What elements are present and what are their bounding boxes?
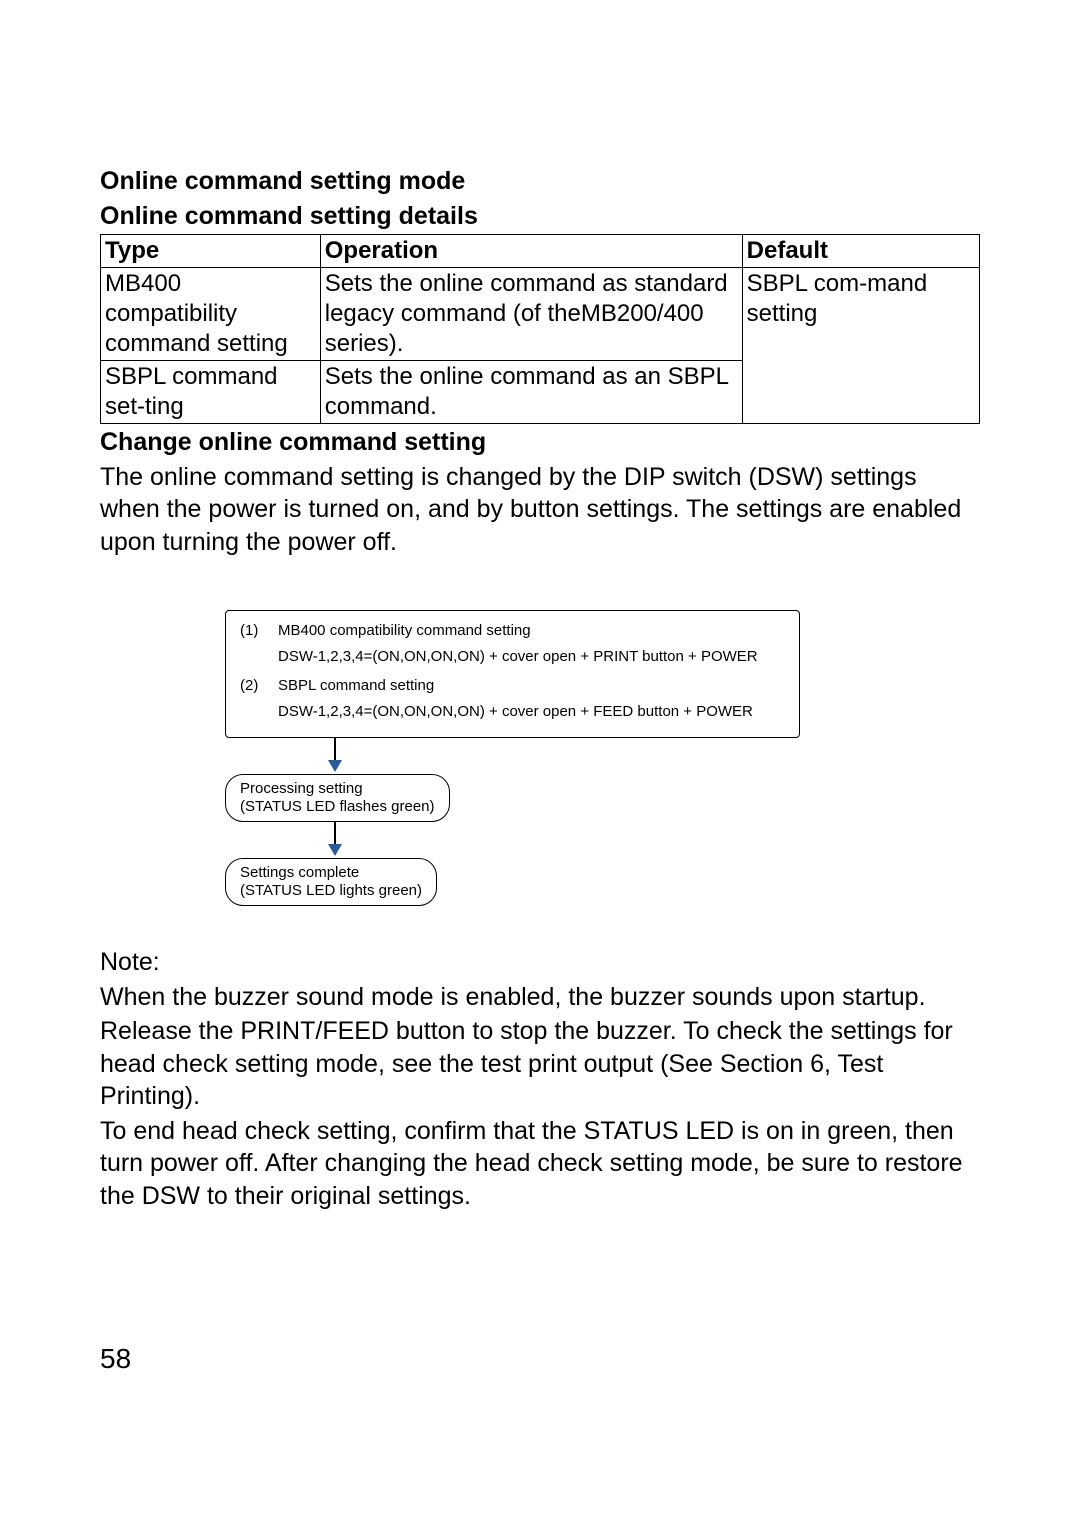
cell-type: SBPL command set-ting [101,361,321,424]
flow-item-num: (2) [240,676,278,696]
flow-item-num: (1) [240,621,278,641]
cell-type: MB400 compatibility command setting [101,268,321,361]
page: Online command setting mode Online comma… [0,0,1080,1517]
flow-options-box: (1) MB400 compatibility command setting … [225,610,800,738]
note-paragraph: Release the PRINT/FEED button to stop th… [100,1015,980,1113]
note-paragraph: When the buzzer sound mode is enabled, t… [100,981,980,1014]
cell-default: SBPL com-mand setting [742,268,979,424]
flow-item-detail: DSW-1,2,3,4=(ON,ON,ON,ON) + cover open +… [278,702,785,722]
page-number: 58 [100,1341,131,1377]
flow-processing-line1: Processing setting [240,780,435,798]
flow-processing-box: Processing setting (STATUS LED flashes g… [225,774,450,822]
cell-op: Sets the online command as an SBPL comma… [320,361,742,424]
flow-complete-line1: Settings complete [240,864,422,882]
flow-complete-line2: (STATUS LED lights green) [240,882,422,900]
th-type: Type [101,235,321,268]
flow-item-detail: DSW-1,2,3,4=(ON,ON,ON,ON) + cover open +… [278,647,785,667]
flowchart: (1) MB400 compatibility command setting … [225,610,800,906]
table-header-row: Type Operation Default [101,235,980,268]
heading-mode: Online command setting mode [100,165,980,198]
flow-complete-box: Settings complete (STATUS LED lights gre… [225,858,437,906]
cell-op: Sets the online command as standard lega… [320,268,742,361]
command-table: Type Operation Default MB400 compatibili… [100,234,980,424]
note-label: Note: [100,946,980,979]
flow-item-title: MB400 compatibility command setting [278,621,785,641]
heading-details: Online command setting details [100,200,980,233]
th-operation: Operation [320,235,742,268]
flow-processing-line2: (STATUS LED flashes green) [240,798,435,816]
th-default: Default [742,235,979,268]
note-paragraph: To end head check setting, confirm that … [100,1115,980,1213]
flow-item-title: SBPL command setting [278,676,785,696]
table-row: MB400 compatibility command setting Sets… [101,268,980,361]
paragraph-intro: The online command setting is changed by… [100,461,980,559]
heading-change: Change online command setting [100,426,980,459]
